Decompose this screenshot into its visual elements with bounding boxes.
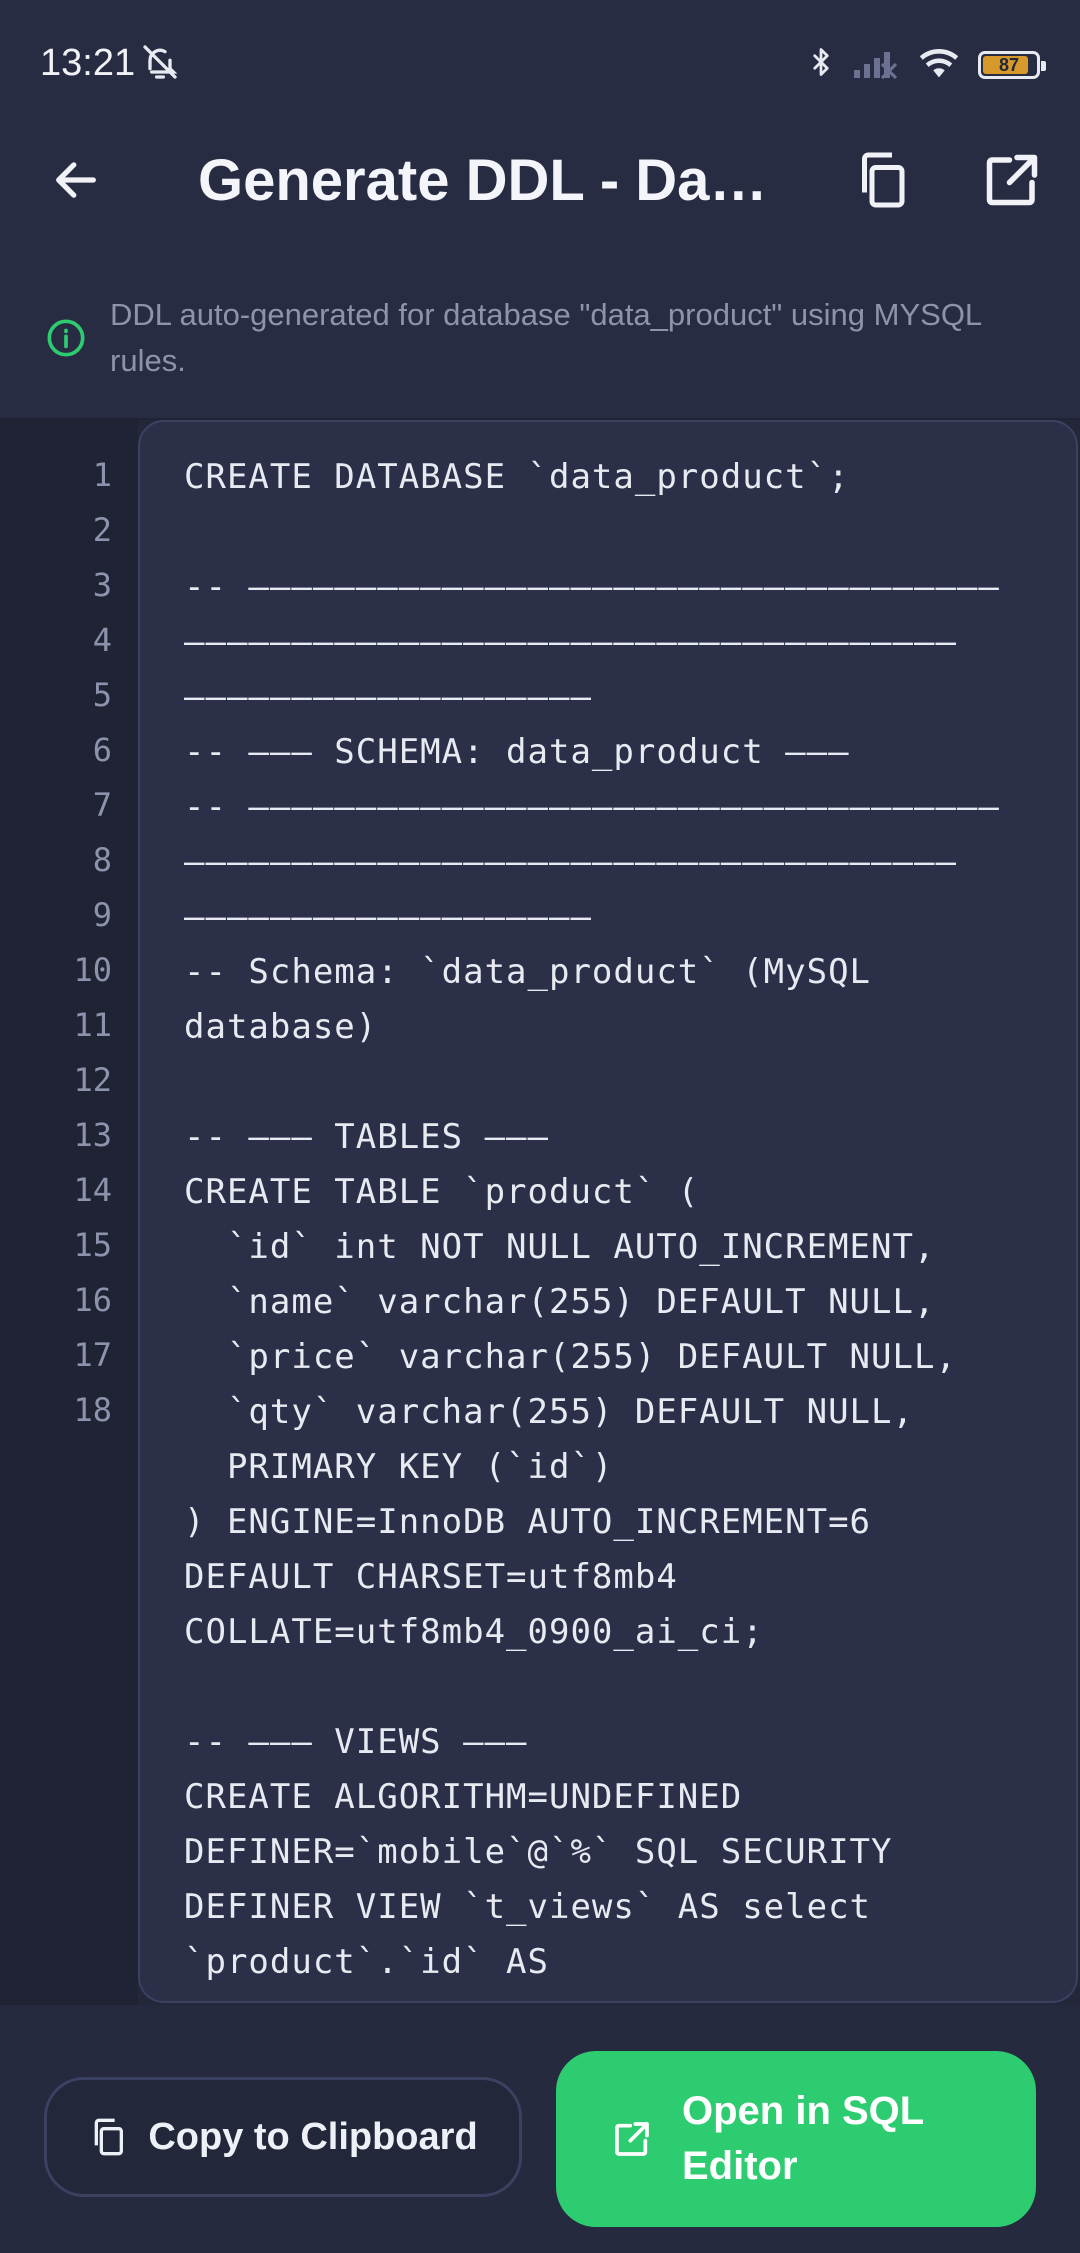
app-bar: Generate DDL - Database "data_product" <box>0 130 1080 230</box>
line-number: 2 <box>92 511 112 549</box>
line-number: 14 <box>73 1171 112 1209</box>
bell-off-icon <box>140 42 180 87</box>
copy-to-clipboard-label: Copy to Clipboard <box>148 2115 478 2158</box>
open-external-icon <box>615 2122 649 2156</box>
line-number: 16 <box>73 1281 112 1319</box>
line-number: 17 <box>73 1336 112 1374</box>
line-number: 10 <box>73 951 112 989</box>
copy-icon <box>95 2118 124 2156</box>
arrow-left-icon <box>56 162 96 198</box>
line-number-gutter: 1 2 3 4 5 6 7 8 9 10 11 12 13 14 15 16 17 18 <box>0 420 138 2005</box>
wifi-icon <box>916 44 962 85</box>
status-icons: 87 <box>806 42 1046 87</box>
line-number: 3 <box>92 566 112 604</box>
line-number: 7 <box>92 786 112 824</box>
status-time: 13:21 <box>40 42 136 84</box>
line-number: 15 <box>73 1226 112 1264</box>
open-in-sql-editor-label: Open in SQL Editor <box>682 2089 924 2188</box>
signal-icon <box>852 44 900 85</box>
line-number: 4 <box>92 621 112 659</box>
copy-button[interactable] <box>848 146 916 214</box>
bluetooth-icon <box>806 42 836 87</box>
code-panel[interactable]: CREATE DATABASE `data_product`; -- —————… <box>138 420 1078 2003</box>
line-number: 9 <box>92 896 112 934</box>
line-number: 13 <box>73 1116 112 1154</box>
info-banner: DDL auto-generated for database "data_pr… <box>0 268 1080 420</box>
open-external-icon <box>986 154 1038 206</box>
back-button[interactable] <box>44 148 108 212</box>
bottom-action-bar: Copy to Clipboard Open in SQL Editor <box>0 2005 1080 2253</box>
open-in-sql-editor-button[interactable]: Open in SQL Editor <box>556 2051 1036 2227</box>
line-number: 8 <box>92 841 112 879</box>
battery-level-text: 87 <box>998 54 1020 75</box>
copy-to-clipboard-button[interactable]: Copy to Clipboard <box>44 2077 522 2197</box>
line-number: 6 <box>92 731 112 769</box>
ddl-editor[interactable]: 1 2 3 4 5 6 7 8 9 10 11 12 13 14 15 16 17 18 CREATE DATAB… <box>0 420 1080 2005</box>
open-external-button[interactable] <box>978 146 1046 214</box>
line-number: 11 <box>73 1006 112 1044</box>
status-bar: 13:21 87 <box>0 0 1080 130</box>
battery-icon: 87 <box>978 50 1046 79</box>
line-number: 1 <box>92 456 112 494</box>
line-number: 18 <box>73 1391 112 1429</box>
ddl-code[interactable]: CREATE DATABASE `data_product`; -- —————… <box>140 422 1076 1990</box>
info-message: DDL auto-generated for database "data_pr… <box>110 297 982 378</box>
copy-icon <box>862 152 905 208</box>
info-circle-icon <box>46 318 86 363</box>
page-title: Generate DDL - Database "data_product" <box>198 148 768 213</box>
line-number: 12 <box>73 1061 112 1099</box>
line-number: 5 <box>92 676 112 714</box>
